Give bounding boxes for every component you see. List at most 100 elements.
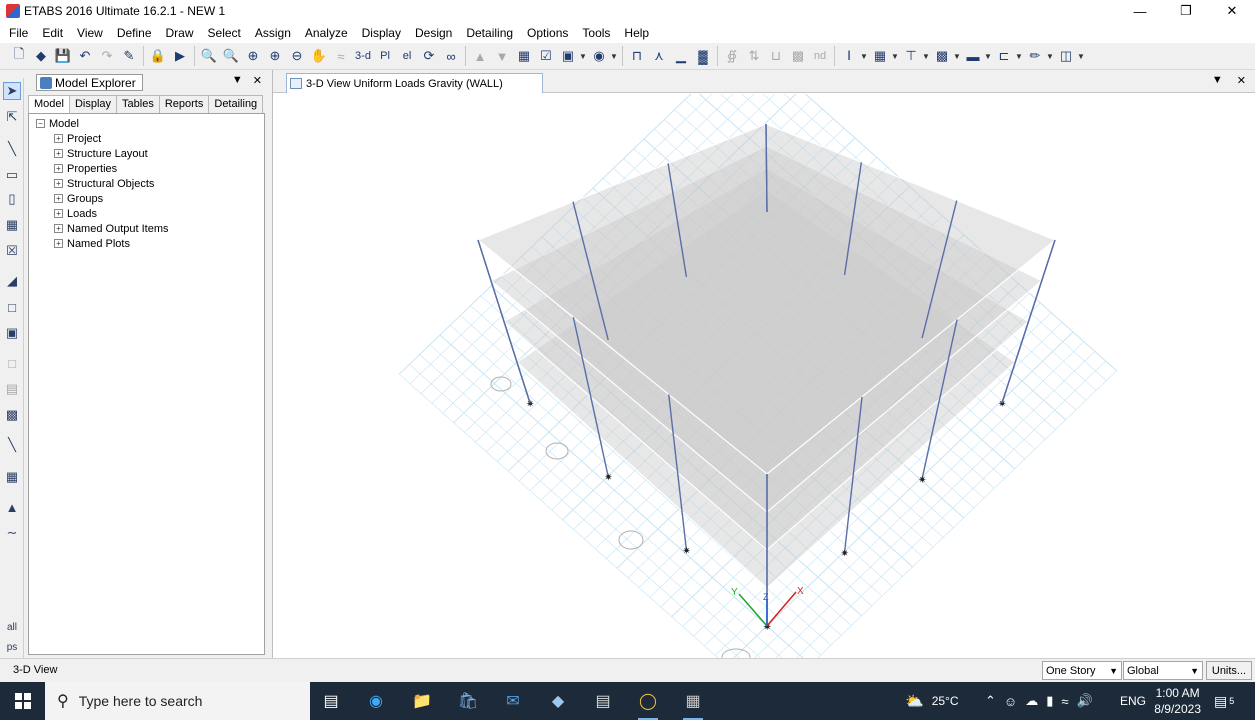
show-deformed-icon[interactable]: ◉	[588, 45, 610, 67]
chevron-up-icon[interactable]: ⌃	[985, 693, 996, 709]
set-display-options-icon[interactable]: ☑	[535, 45, 557, 67]
cloud-icon[interactable]: ☁	[1025, 693, 1038, 709]
view-3d-button[interactable]: 3-d	[352, 45, 374, 67]
redo-icon[interactable]: ↷	[96, 45, 118, 67]
zoom-in-icon[interactable]: ⊕	[242, 45, 264, 67]
task-view-icon[interactable]: ▤	[318, 688, 344, 714]
coord-system-select[interactable]: Global ▼	[1123, 661, 1203, 680]
move-up-icon[interactable]: ▲	[469, 45, 491, 67]
object-shrink-icon[interactable]: ▦	[513, 45, 535, 67]
restore-icon[interactable]: ❐	[1163, 0, 1209, 22]
elevation-view-button[interactable]: el	[396, 45, 418, 67]
draw-beam-region-icon[interactable]: ▭	[3, 166, 21, 184]
menu-detailing[interactable]: Detailing	[459, 26, 520, 40]
volume-icon[interactable]: 🔊	[1076, 693, 1092, 709]
tree-item-named-plots[interactable]: + Named Plots	[54, 236, 130, 251]
expand-icon[interactable]: +	[54, 209, 63, 218]
tree-item-groups[interactable]: + Groups	[54, 191, 103, 206]
units-button[interactable]: Units...	[1206, 661, 1252, 680]
menu-edit[interactable]: Edit	[35, 26, 70, 40]
file-explorer-icon[interactable]: 📁	[409, 688, 435, 714]
tree-root[interactable]: − Model	[36, 116, 79, 131]
frame-forces-icon[interactable]: ⊓	[626, 45, 648, 67]
draw-wall-region-icon[interactable]: □	[3, 354, 21, 372]
expand-icon[interactable]: +	[54, 239, 63, 248]
tab-tables[interactable]: Tables	[116, 95, 160, 113]
menu-analyze[interactable]: Analyze	[298, 26, 355, 40]
zoom-restore-icon[interactable]: 🔍	[220, 45, 242, 67]
draw-link-icon[interactable]: ╲	[3, 436, 21, 454]
draw-brace-region-icon[interactable]: ☒	[3, 242, 21, 260]
draw-section-cut-icon[interactable]: ◫	[1055, 45, 1077, 67]
start-button[interactable]	[0, 682, 45, 720]
draw-tendon-icon[interactable]: ▲	[3, 498, 21, 516]
taskbar-search-box[interactable]: ⚲ Type here to search	[45, 682, 310, 720]
dropdown-arrow-icon[interactable]: ▼	[891, 52, 900, 61]
explorer-dropdown-icon[interactable]: ▼	[232, 74, 243, 87]
close-icon[interactable]: ✕	[1209, 0, 1255, 22]
zoom-out-icon[interactable]: ⊖	[286, 45, 308, 67]
open-icon[interactable]: ◆	[30, 45, 52, 67]
menu-display[interactable]: Display	[355, 26, 408, 40]
pencil-icon[interactable]: ✎	[118, 45, 140, 67]
dropdown-arrow-icon[interactable]: ▼	[984, 52, 993, 61]
pan-icon[interactable]: ✋	[308, 45, 330, 67]
expand-icon[interactable]: +	[54, 164, 63, 173]
menu-file[interactable]: File	[2, 26, 35, 40]
rubber-band-icon[interactable]: ≈	[330, 45, 352, 67]
tree-item-project[interactable]: + Project	[54, 131, 101, 146]
draw-grid-icon[interactable]: ▦	[3, 468, 21, 486]
tree-item-structural-objects[interactable]: + Structural Objects	[54, 176, 154, 191]
new-model-icon[interactable]: 🗋	[8, 45, 30, 67]
dropdown-arrow-icon[interactable]: ▼	[953, 52, 962, 61]
quick-wall-icon[interactable]: ▤	[3, 380, 21, 398]
minimize-icon[interactable]: —	[1117, 0, 1163, 22]
dropdown-arrow-icon[interactable]: ▼	[1077, 52, 1086, 61]
tree-item-named-output-items[interactable]: + Named Output Items	[54, 221, 169, 236]
notification-center[interactable]: ▤ 5	[1214, 682, 1234, 720]
draw-line-icon[interactable]: ╲	[3, 140, 21, 158]
reshape-icon[interactable]: ⇱	[3, 108, 21, 126]
expand-icon[interactable]: +	[54, 134, 63, 143]
etabs-taskbar-icon[interactable]: ▦	[680, 688, 706, 720]
draw-column-region-icon[interactable]: ▯	[3, 190, 21, 208]
taskbar-clock[interactable]: 1:00 AM 8/9/2023	[1154, 685, 1201, 717]
expand-icon[interactable]: +	[54, 179, 63, 188]
wall-forces-icon[interactable]: ▓	[692, 45, 714, 67]
lock-icon[interactable]: 🔒	[147, 45, 169, 67]
mode-shape-icon[interactable]: ∯	[721, 45, 743, 67]
quick-floor-icon[interactable]: ▣	[3, 324, 21, 342]
draw-brace-icon[interactable]: ⊤	[900, 45, 922, 67]
menu-define[interactable]: Define	[110, 26, 159, 40]
tab-reports[interactable]: Reports	[158, 95, 210, 113]
battery-icon[interactable]: ▮	[1046, 693, 1053, 709]
tab-display[interactable]: Display	[68, 95, 118, 113]
app-icon[interactable]: ◆	[545, 688, 571, 714]
tree-item-structure-layout[interactable]: + Structure Layout	[54, 146, 148, 161]
draw-dimension-icon[interactable]: ✏	[1024, 45, 1046, 67]
explorer-close-icon[interactable]: ✕	[253, 74, 262, 87]
draw-spring-icon[interactable]: ∼	[3, 524, 21, 542]
dropdown-arrow-icon[interactable]: ▼	[860, 52, 869, 61]
tab-model[interactable]: Model	[28, 95, 70, 114]
wifi-icon[interactable]: ≈	[1061, 694, 1068, 709]
plan-view-button[interactable]: Pl	[374, 45, 396, 67]
expand-icon[interactable]: +	[54, 194, 63, 203]
support-reactions-icon[interactable]: ▁	[670, 45, 692, 67]
joint-displacement-icon[interactable]: ⇅	[743, 45, 765, 67]
story-select[interactable]: One Story ▼	[1042, 661, 1122, 680]
save-icon[interactable]: 💾	[52, 45, 74, 67]
show-undeformed-icon[interactable]: ▣	[557, 45, 579, 67]
weather-widget[interactable]: ⛅ 25°C	[905, 682, 959, 720]
view-close-icon[interactable]: ✕	[1237, 74, 1246, 87]
edge-browser-icon[interactable]: ◉	[363, 688, 389, 714]
draw-slab-icon[interactable]: ▬	[962, 45, 984, 67]
menu-options[interactable]: Options	[520, 26, 575, 40]
chrome-browser-icon[interactable]: ◯	[635, 688, 661, 720]
store-icon[interactable]: 🛍	[455, 688, 481, 714]
view-tab-3d[interactable]: 3-D View Uniform Loads Gravity (WALL)	[286, 73, 543, 93]
3d-model-canvas[interactable]: ✷✷✷✷✷✷✷✷ X Y Z	[273, 94, 1255, 658]
previous-selection-button[interactable]: ps	[3, 638, 21, 656]
dropdown-arrow-icon[interactable]: ▼	[1015, 52, 1024, 61]
run-analysis-icon[interactable]: ▶	[169, 45, 191, 67]
